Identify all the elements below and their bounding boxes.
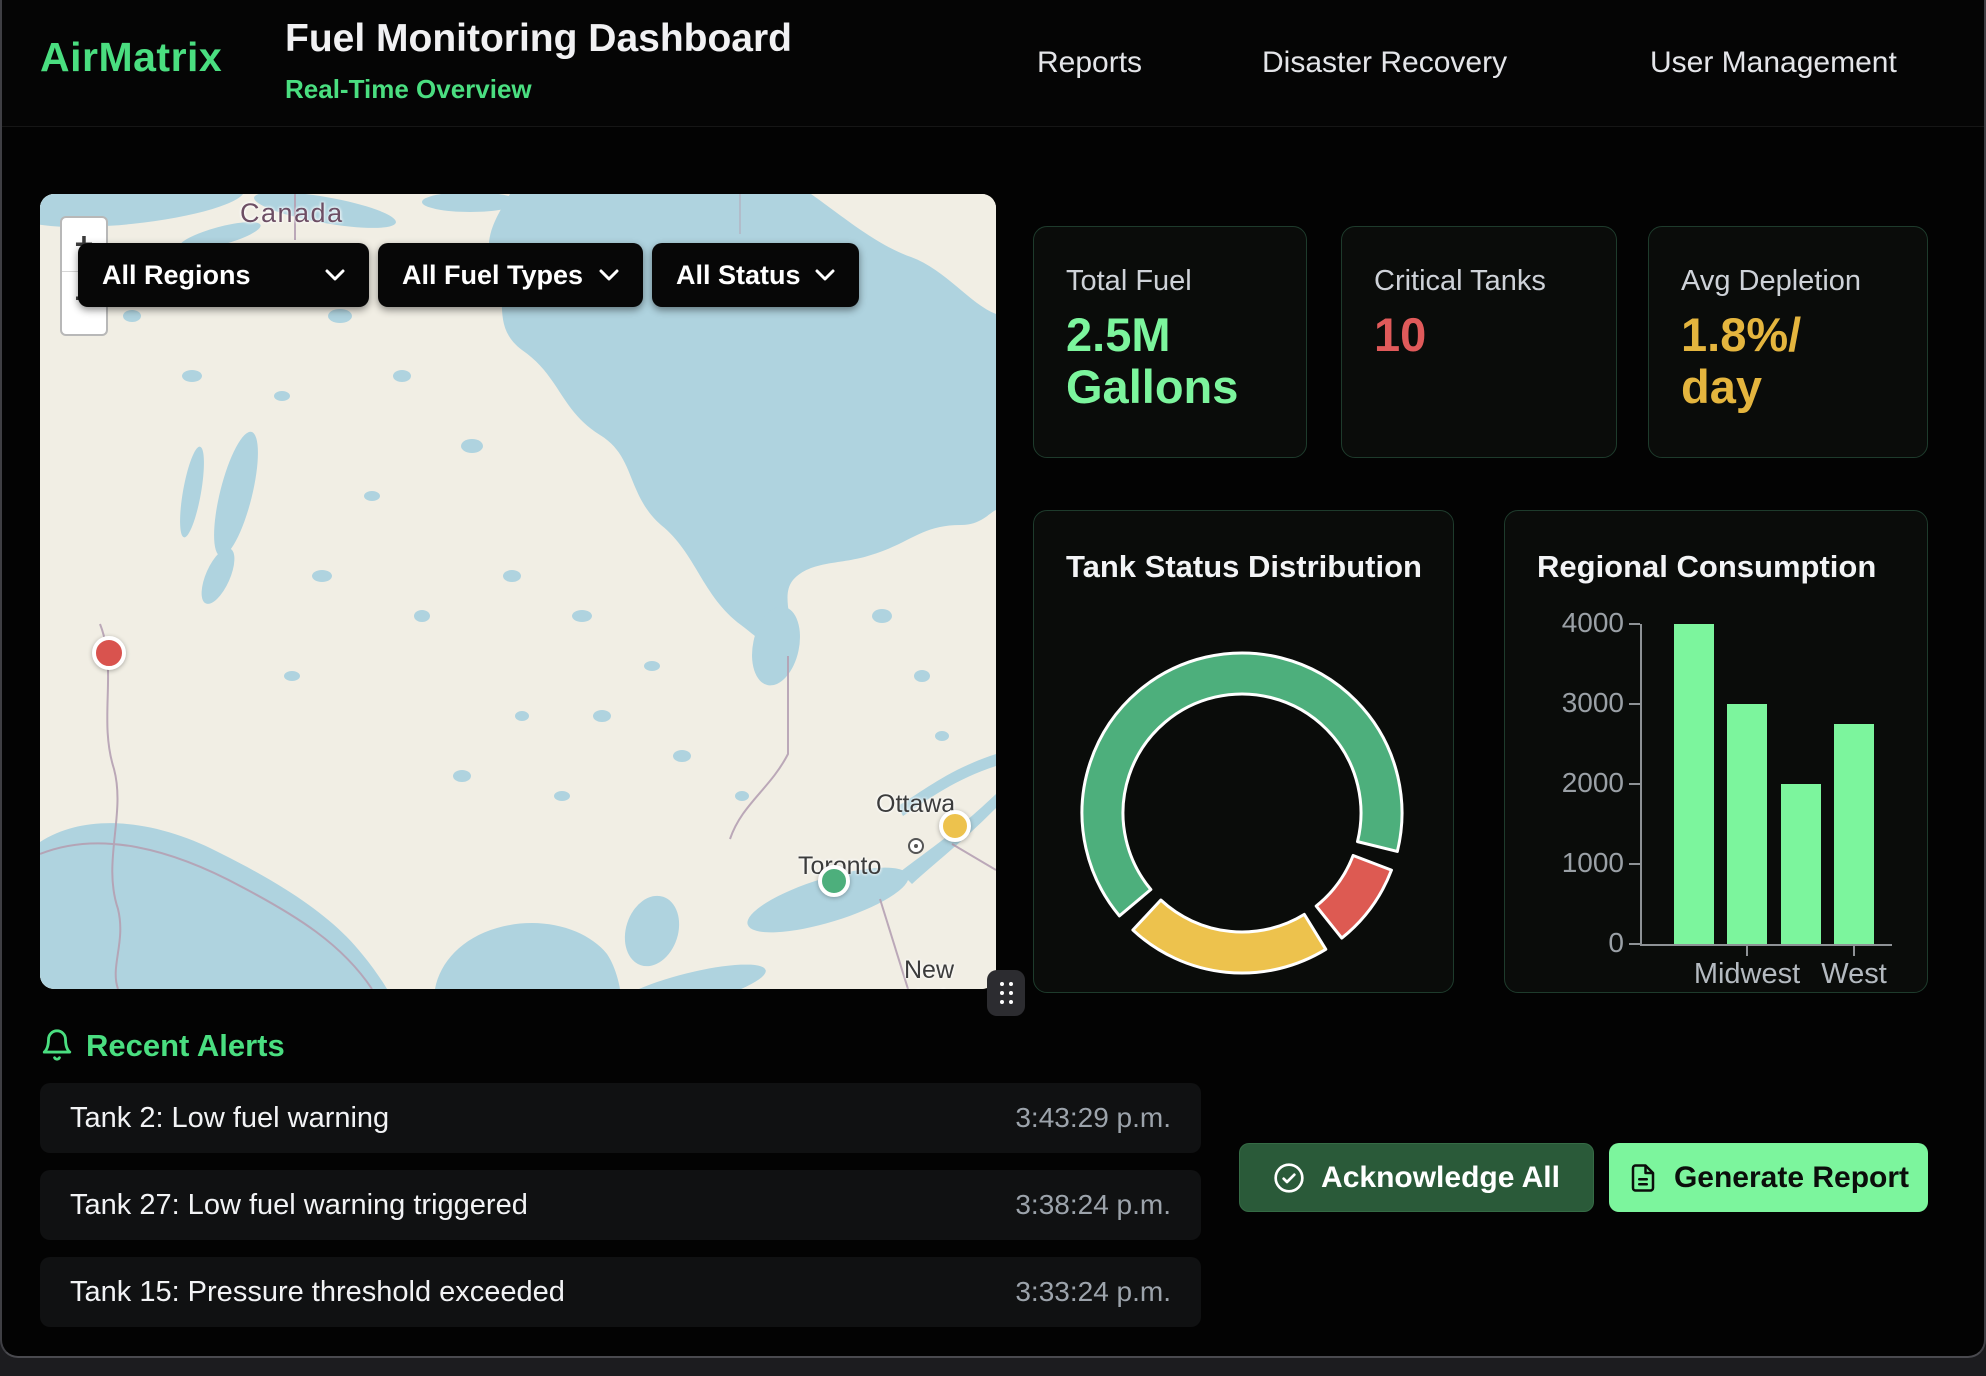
stat-card-avg-depletion: Avg Depletion 1.8%/​day bbox=[1648, 226, 1928, 458]
x-axis-tick-label: Midwest bbox=[1694, 958, 1800, 991]
alert-row[interactable]: Tank 27: Low fuel warning triggered 3:38… bbox=[40, 1170, 1201, 1240]
y-axis bbox=[1640, 624, 1642, 946]
x-axis-tick bbox=[1746, 946, 1748, 956]
stat-value-avg-depletion: 1.8%/​day bbox=[1681, 309, 1851, 412]
acknowledge-all-button[interactable]: Acknowledge All bbox=[1239, 1143, 1594, 1212]
bar-chart-plot: 0 1000 2000 3000 4000 Midwest West bbox=[1505, 511, 1929, 994]
acknowledge-all-label: Acknowledge All bbox=[1321, 1161, 1560, 1195]
alert-message: Tank 2: Low fuel warning bbox=[70, 1102, 389, 1135]
y-axis-tick bbox=[1629, 943, 1640, 945]
y-axis-tick-label: 0 bbox=[1532, 927, 1624, 959]
stat-card-total-fuel: Total Fuel 2.5M Gallons bbox=[1033, 226, 1307, 458]
chart-title: Tank Status Distribution bbox=[1066, 549, 1422, 585]
x-axis-tick bbox=[1853, 946, 1855, 956]
dashboard-window: AirMatrix Fuel Monitoring Dashboard Real… bbox=[0, 0, 1986, 1358]
nav-item-reports[interactable]: Reports bbox=[1037, 0, 1142, 126]
map[interactable]: Canada Ottawa Toronto New York + − All R… bbox=[40, 194, 996, 989]
chevron-down-icon bbox=[815, 269, 835, 281]
generate-report-button[interactable]: Generate Report bbox=[1609, 1143, 1928, 1212]
chevron-down-icon bbox=[599, 269, 619, 281]
region-filter-value: All Regions bbox=[102, 260, 251, 291]
y-axis-tick-label: 4000 bbox=[1532, 607, 1624, 639]
status-filter-value: All Status bbox=[676, 260, 801, 291]
y-axis-tick-label: 3000 bbox=[1532, 687, 1624, 719]
stat-label: Avg Depletion bbox=[1681, 265, 1861, 298]
alerts-section-title: Recent Alerts bbox=[86, 1028, 285, 1064]
chevron-down-icon bbox=[325, 269, 345, 281]
fuel-type-filter-dropdown[interactable]: All Fuel Types bbox=[378, 243, 643, 307]
stat-card-critical-tanks: Critical Tanks 10 bbox=[1341, 226, 1617, 458]
bar-1 bbox=[1674, 624, 1714, 944]
resize-handle-icon[interactable] bbox=[987, 970, 1025, 1016]
map-marker-critical[interactable] bbox=[92, 636, 126, 670]
stat-value-total-fuel: 2.5M Gallons bbox=[1066, 309, 1236, 412]
y-axis-tick-label: 2000 bbox=[1532, 767, 1624, 799]
donut-segment-critical bbox=[1316, 855, 1391, 938]
tank-status-card: Tank Status Distribution bbox=[1033, 510, 1454, 993]
map-marker-normal[interactable] bbox=[818, 865, 850, 897]
alert-message: Tank 15: Pressure threshold exceeded bbox=[70, 1276, 565, 1309]
bar-3 bbox=[1781, 784, 1821, 944]
generate-report-label: Generate Report bbox=[1674, 1161, 1909, 1195]
alert-time: 3:43:29 p.m. bbox=[1015, 1102, 1171, 1134]
fuel-type-filter-value: All Fuel Types bbox=[402, 260, 583, 291]
stat-value-critical-tanks: 10 bbox=[1374, 309, 1544, 361]
map-filter-bar: All Regions All Fuel Types All Status bbox=[78, 243, 859, 307]
stat-label: Total Fuel bbox=[1066, 265, 1192, 298]
y-axis-tick bbox=[1629, 703, 1640, 705]
ottawa-town-icon bbox=[908, 838, 924, 854]
nav-item-disaster-recovery[interactable]: Disaster Recovery bbox=[1262, 0, 1507, 126]
stat-label: Critical Tanks bbox=[1374, 265, 1546, 298]
check-circle-icon bbox=[1273, 1162, 1305, 1194]
y-axis-tick-label: 1000 bbox=[1532, 847, 1624, 879]
alert-row[interactable]: Tank 2: Low fuel warning 3:43:29 p.m. bbox=[40, 1083, 1201, 1153]
map-label-canada: Canada bbox=[240, 198, 344, 229]
brand-logo[interactable]: AirMatrix bbox=[40, 34, 222, 81]
y-axis-tick bbox=[1629, 623, 1640, 625]
alert-message: Tank 27: Low fuel warning triggered bbox=[70, 1189, 528, 1222]
alert-time: 3:38:24 p.m. bbox=[1015, 1189, 1171, 1221]
donut-chart bbox=[1072, 643, 1412, 983]
nav-item-user-management[interactable]: User Management bbox=[1650, 0, 1897, 126]
regional-consumption-card: Regional Consumption 01000200030004000Mi… bbox=[1504, 510, 1928, 993]
header: AirMatrix Fuel Monitoring Dashboard Real… bbox=[2, 0, 1984, 127]
page-subtitle: Real-Time Overview bbox=[285, 74, 532, 105]
map-marker-warning[interactable] bbox=[939, 810, 971, 842]
alert-row[interactable]: Tank 15: Pressure threshold exceeded 3:3… bbox=[40, 1257, 1201, 1327]
x-axis-tick-label: West bbox=[1821, 958, 1887, 991]
y-axis-tick bbox=[1629, 863, 1640, 865]
y-axis-tick bbox=[1629, 783, 1640, 785]
bar-2 bbox=[1727, 704, 1767, 944]
map-label-new-york: New York bbox=[904, 956, 996, 989]
donut-segment-warning bbox=[1133, 900, 1326, 973]
file-text-icon bbox=[1628, 1163, 1658, 1193]
status-filter-dropdown[interactable]: All Status bbox=[652, 243, 859, 307]
bar-4 bbox=[1834, 724, 1874, 944]
region-filter-dropdown[interactable]: All Regions bbox=[78, 243, 369, 307]
bell-icon bbox=[40, 1026, 74, 1064]
page-title: Fuel Monitoring Dashboard bbox=[285, 17, 792, 61]
alert-time: 3:33:24 p.m. bbox=[1015, 1276, 1171, 1308]
